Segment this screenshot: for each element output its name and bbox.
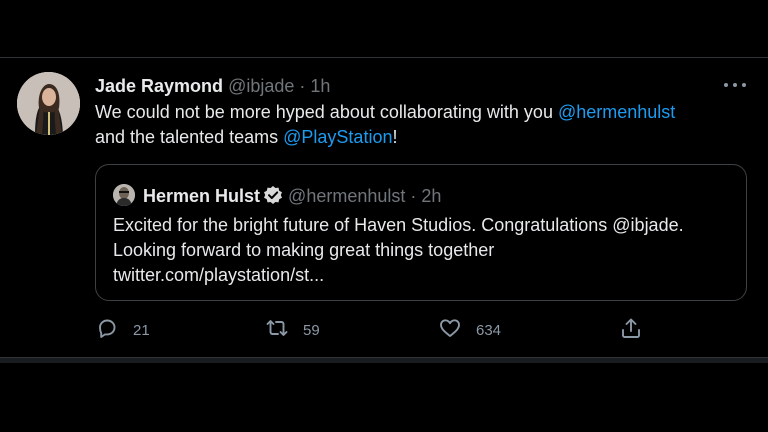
- like-icon: [438, 316, 462, 345]
- retweet-button[interactable]: 59: [265, 316, 320, 344]
- quoted-tweet-card[interactable]: Hermen Hulst @hermenhulst · 2h Excited f…: [95, 164, 747, 301]
- quoted-tweet-header: Hermen Hulst @hermenhulst · 2h: [143, 184, 441, 211]
- tweet-header: Jade Raymond @ibjade · 1h: [95, 74, 330, 98]
- tweet-text: We could not be more hyped about collabo…: [95, 100, 745, 150]
- header-separator: ·: [294, 76, 311, 96]
- reply-count: 21: [133, 321, 150, 339]
- like-count: 634: [476, 321, 502, 339]
- verified-badge-icon: [263, 185, 283, 211]
- quoted-header-separator: ·: [405, 186, 422, 206]
- tweet-text-part3: !: [392, 127, 398, 147]
- quoted-tweet-timestamp[interactable]: 2h: [421, 186, 441, 206]
- quoted-author-handle[interactable]: @hermenhulst: [288, 186, 405, 206]
- quoted-tweet-text: Excited for the bright future of Haven S…: [113, 213, 738, 288]
- author-avatar[interactable]: [17, 72, 80, 135]
- reply-button[interactable]: 21: [95, 316, 150, 344]
- share-icon: [619, 316, 643, 345]
- quoted-text-line1: Excited for the bright future of Haven S…: [113, 215, 684, 235]
- quoted-link[interactable]: twitter.com/playstation/st...: [113, 263, 738, 288]
- quoted-text-line2: Looking forward to making great things t…: [113, 240, 495, 260]
- tweet-text-part1: We could not be more hyped about collabo…: [95, 102, 558, 122]
- author-handle[interactable]: @ibjade: [228, 76, 294, 96]
- retweet-count: 59: [303, 321, 320, 339]
- more-icon[interactable]: [722, 77, 748, 93]
- share-button[interactable]: [619, 316, 643, 344]
- tweet-screen: Jade Raymond @ibjade · 1h We could not b…: [0, 0, 768, 432]
- mention-playstation[interactable]: @PlayStation: [283, 127, 392, 147]
- author-name[interactable]: Jade Raymond: [95, 76, 223, 96]
- top-divider: [0, 57, 768, 58]
- retweet-icon: [265, 316, 289, 345]
- like-button[interactable]: 634: [438, 316, 501, 344]
- tweet-text-part2: and the talented teams: [95, 127, 284, 147]
- mention-hermenhulst[interactable]: @hermenhulst: [558, 102, 675, 122]
- quoted-author-avatar[interactable]: [113, 184, 135, 206]
- bottom-divider: [0, 357, 768, 363]
- tweet-actions: 21 59 634: [95, 316, 655, 344]
- quoted-author-name[interactable]: Hermen Hulst: [143, 186, 260, 206]
- tweet-timestamp[interactable]: 1h: [310, 76, 330, 96]
- reply-icon: [95, 316, 119, 345]
